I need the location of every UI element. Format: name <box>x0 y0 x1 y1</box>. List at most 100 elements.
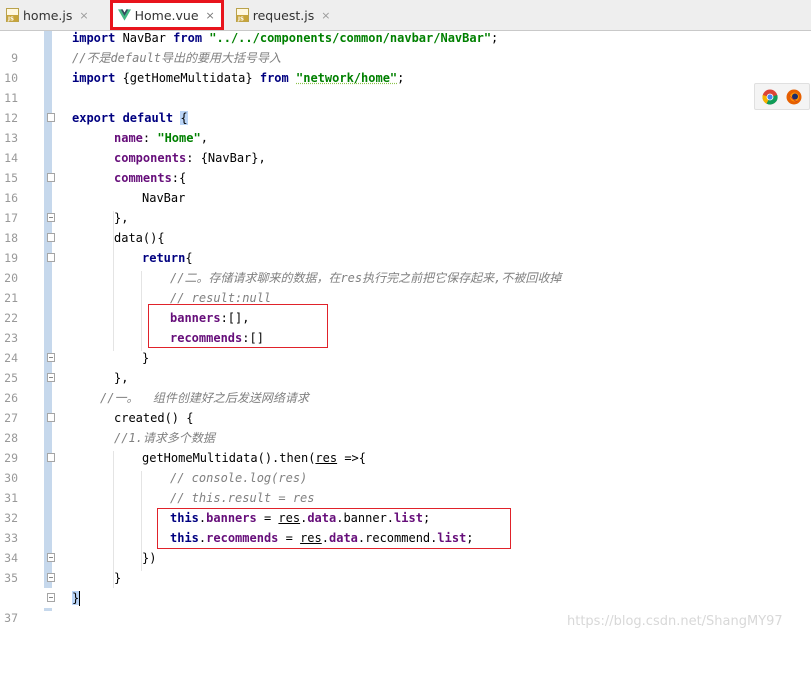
watermark: https://blog.csdn.net/ShangMY97 <box>567 614 783 629</box>
svg-text:JS: JS <box>237 17 244 23</box>
code-line: 25 } <box>0 348 811 385</box>
vue-file-icon <box>117 9 131 21</box>
text-cursor <box>79 591 81 606</box>
fold-toggle-icon[interactable] <box>47 573 55 582</box>
code-line: 17 NavBar <box>0 188 811 225</box>
code-line: 29 //1.请求多个数据 <box>0 428 811 465</box>
code-line: 18 }, <box>0 208 811 245</box>
property: name <box>114 131 143 145</box>
fold-toggle-icon[interactable] <box>47 413 55 422</box>
keyword: from <box>173 31 203 45</box>
code-line: 30 getHomeMultidata().then(res =>{ <box>0 448 811 485</box>
code-text: : {NavBar}, <box>186 151 266 165</box>
string: "Home" <box>157 131 201 145</box>
code-text: , <box>200 131 208 145</box>
highlight-box-assignments <box>157 508 511 549</box>
code-line: 37 } <box>0 588 811 625</box>
editor-tab-bar: JS home.js × Home.vue × JS request.js × <box>0 0 811 31</box>
fold-toggle-icon[interactable] <box>47 353 55 362</box>
code-text: }, <box>114 371 129 385</box>
comment: // result:null <box>170 291 272 305</box>
comment: //1.请求多个数据 <box>114 431 215 445</box>
tab-label: request.js <box>252 7 315 23</box>
code-line: 22 // result:null <box>0 288 811 325</box>
code-text: }, <box>114 211 129 225</box>
fold-toggle-icon[interactable] <box>47 553 55 562</box>
code-line: 27 //一。 组件创建好之后发送网络请求 <box>0 388 811 425</box>
code-text: { <box>185 251 193 265</box>
tab-request-js[interactable]: JS request.js × <box>230 0 338 30</box>
keyword: export default <box>72 111 174 125</box>
fold-toggle-icon[interactable] <box>47 253 55 262</box>
comment: //二。存储请求聊来的数据，在res执行完之前把它保存起来,不被回收掉 <box>170 271 562 285</box>
js-file-icon: JS <box>235 8 249 23</box>
code-editor[interactable]: 9 import NavBar from "../../components/c… <box>0 28 811 629</box>
keyword: import <box>72 71 116 85</box>
code-text: :{ <box>171 171 187 185</box>
code-line: 24 recommends:[] <box>0 328 811 365</box>
code-line: 13 export default { <box>0 108 811 145</box>
tab-home-js[interactable]: JS home.js × <box>0 0 96 30</box>
code-text: created() { <box>114 411 194 425</box>
code-text: : <box>142 131 158 145</box>
code-text: } <box>142 351 150 365</box>
property: components <box>114 151 187 165</box>
code-text: } <box>114 571 122 585</box>
close-icon[interactable]: × <box>321 9 330 22</box>
code-line: 12 <box>0 88 811 125</box>
code-text: ; <box>491 31 499 45</box>
code-text: =>{ <box>337 451 367 465</box>
fold-toggle-icon[interactable] <box>47 453 55 462</box>
code-line: 28 created() { <box>0 408 811 445</box>
browser-preview-toolbar <box>754 83 810 110</box>
code-line: 32 // this.result = res <box>0 488 811 525</box>
tab-home-vue[interactable]: Home.vue × <box>109 0 224 30</box>
string: "../../components/common/navbar/NavBar" <box>202 31 492 45</box>
code-line: 20 return{ <box>0 248 811 285</box>
comment: //不是default导出的要用大括号导入 <box>72 51 282 65</box>
matched-brace: { <box>180 111 188 125</box>
code-line: 21 //二。存储请求聊来的数据，在res执行完之前把它保存起来,不被回收掉 <box>0 268 811 305</box>
highlight-box-data-fields <box>148 304 328 348</box>
fold-toggle-icon[interactable] <box>47 233 55 242</box>
tab-label: home.js <box>23 7 73 23</box>
comment: //一。 组件创建好之后发送网络请求 <box>100 391 309 405</box>
fold-toggle-icon[interactable] <box>47 213 55 222</box>
code-line: 9 import NavBar from "../../components/c… <box>0 28 811 65</box>
code-text: }) <box>142 551 157 565</box>
code-text: NavBar <box>142 191 186 205</box>
code-line: 15 components: {NavBar}, <box>0 148 811 185</box>
code-line: 11 import {getHomeMultidata} from "netwo… <box>0 68 811 105</box>
string: "network/home" <box>296 71 398 85</box>
code-text: NavBar <box>115 31 174 45</box>
method-call: then <box>279 451 309 465</box>
property: comments <box>114 171 172 185</box>
code-line: 31 // console.log(res) <box>0 468 811 505</box>
code-line: 23 banners:[], <box>0 308 811 345</box>
close-icon[interactable]: × <box>206 9 215 22</box>
code-line: 10 //不是default导出的要用大括号导入 <box>0 48 811 85</box>
js-file-icon: JS <box>6 8 19 22</box>
fold-toggle-icon[interactable] <box>47 173 55 182</box>
code-line: 26 }, <box>0 368 811 405</box>
svg-text:JS: JS <box>7 17 14 23</box>
code-line: 14 name: "Home", <box>0 128 811 165</box>
comment: // this.result = res <box>170 491 315 505</box>
code-text: getHomeMultidata(). <box>142 451 280 465</box>
code-line: 19 data(){ <box>0 228 811 265</box>
fold-toggle-icon[interactable] <box>47 373 55 382</box>
parameter: res <box>315 451 338 465</box>
fold-toggle-icon[interactable] <box>47 593 55 602</box>
firefox-icon[interactable] <box>786 89 802 105</box>
keyword: import <box>72 31 116 45</box>
fold-toggle-icon[interactable] <box>47 113 55 122</box>
close-icon[interactable]: × <box>79 9 88 22</box>
code-line: 36 } <box>0 568 811 605</box>
code-text: ; <box>397 71 405 85</box>
keyword: return <box>142 251 186 265</box>
code-line: 35 }) <box>0 548 811 585</box>
comment: // console.log(res) <box>170 471 308 485</box>
chrome-icon[interactable] <box>762 89 778 105</box>
code-text: {getHomeMultidata} <box>115 71 260 85</box>
